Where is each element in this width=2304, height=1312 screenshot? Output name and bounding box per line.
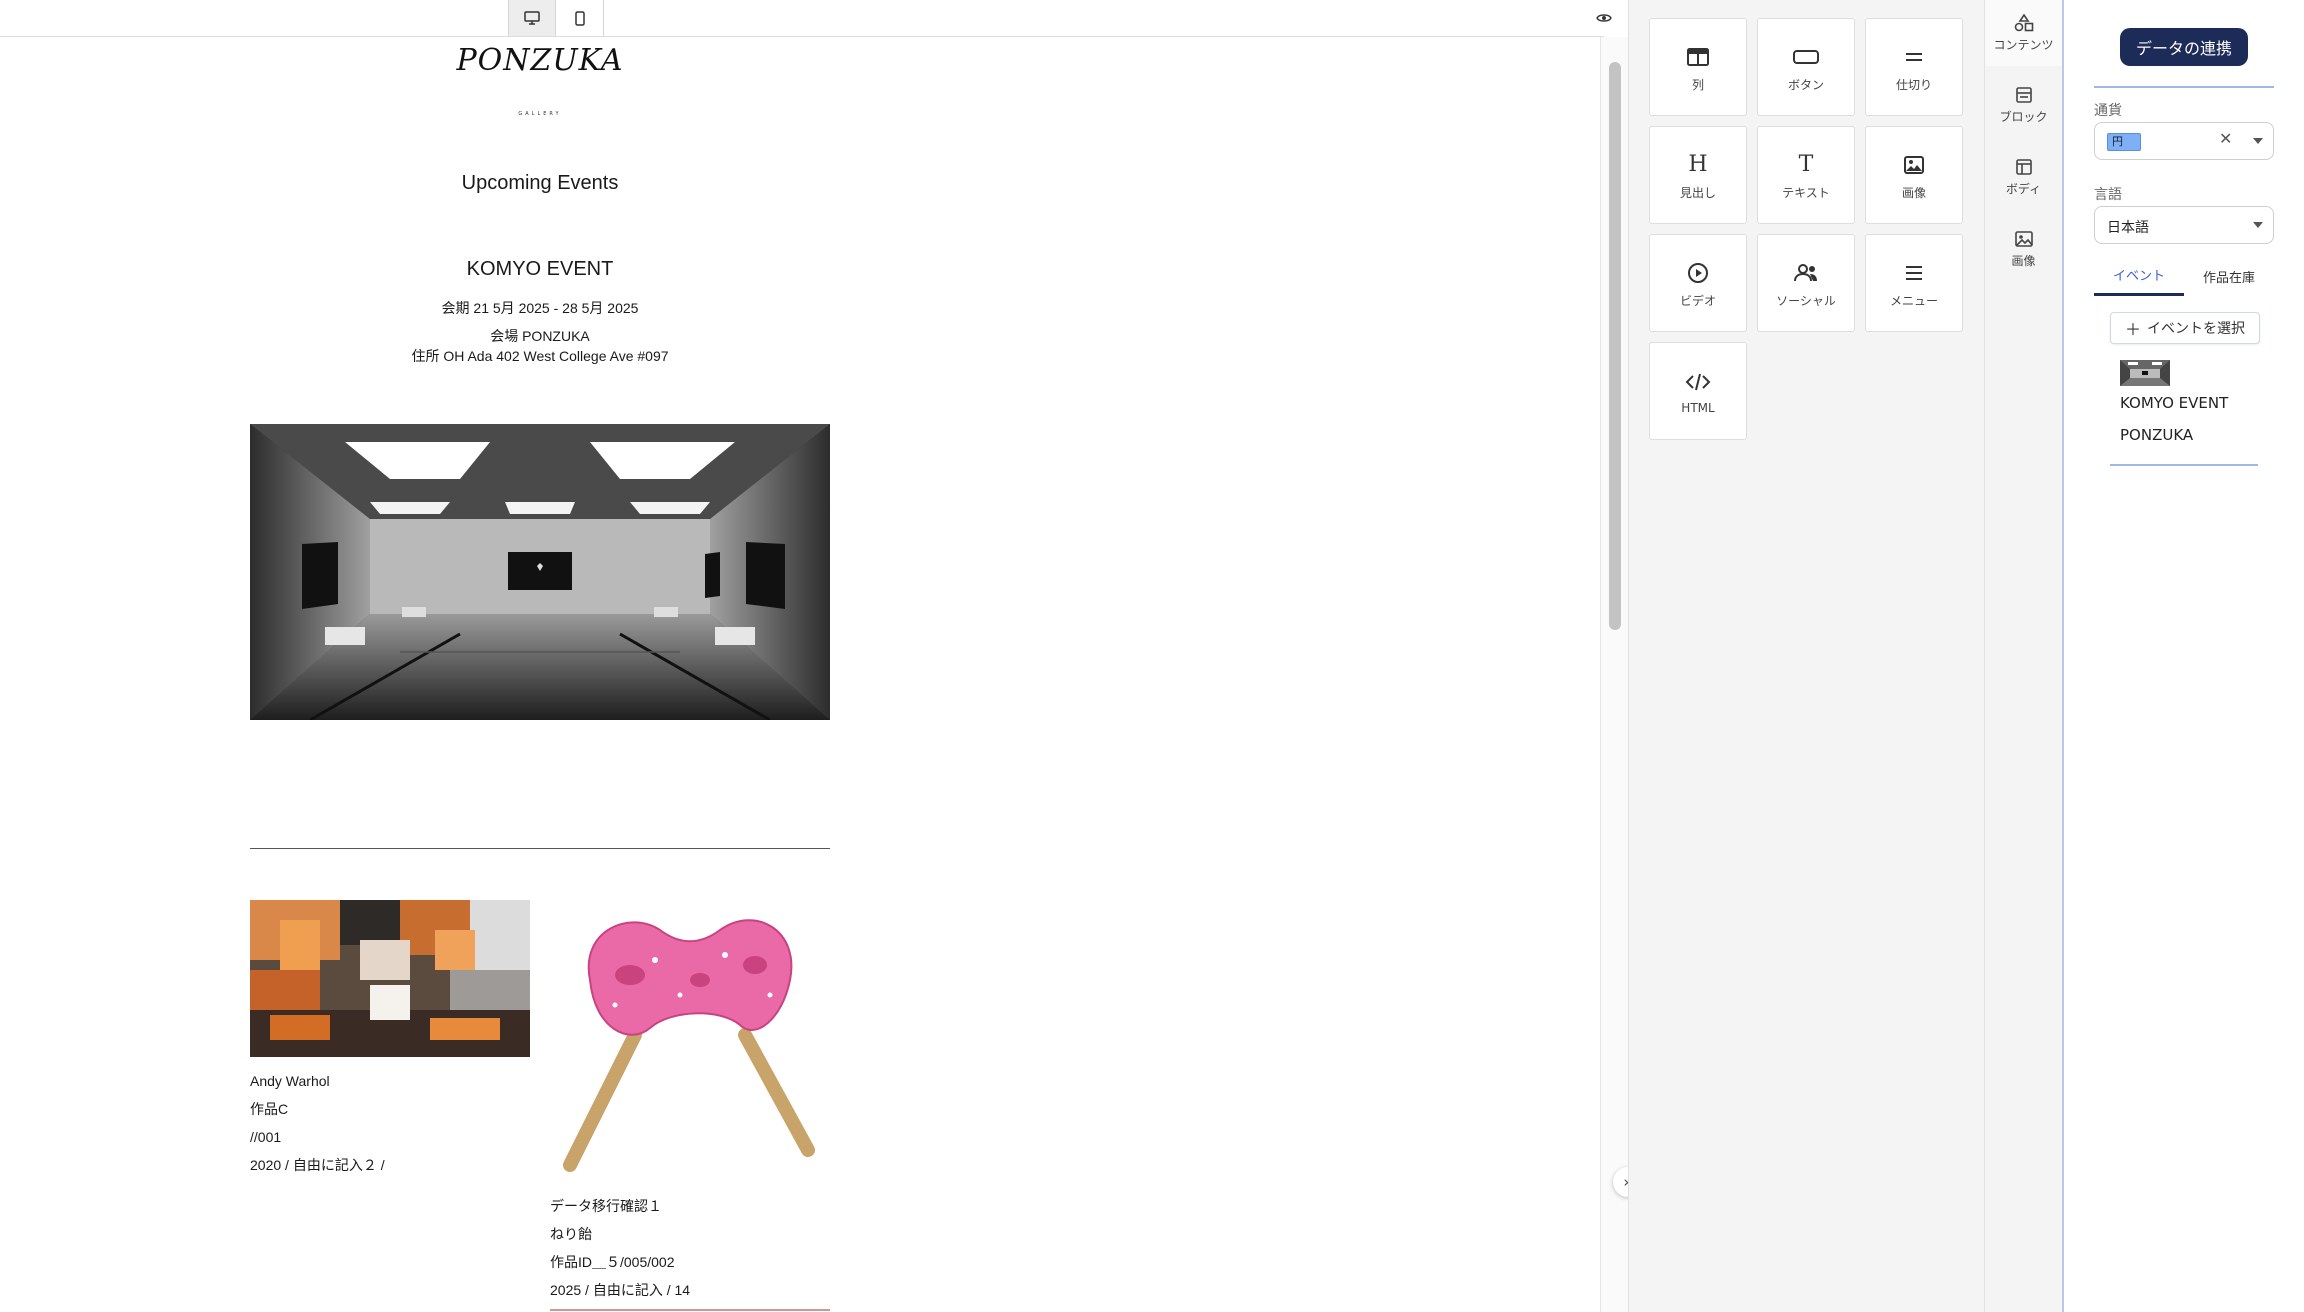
rail-tab-label: ブロック — [1999, 109, 2048, 124]
settings-panel: データの連携 通貨 円 ✕ 言語 日本語 イベント 作品在庫 ＋ イベントを選択… — [2062, 0, 2304, 1312]
currency-label: 通貨 — [2094, 103, 2122, 119]
select-event-label: イベントを選択 — [2147, 321, 2245, 337]
columns-icon — [1687, 42, 1709, 72]
section-underline — [2094, 86, 2274, 88]
rail-tab-blocks[interactable]: ブロック — [1985, 72, 2062, 138]
gallery-logo-subtitle: GALLERY — [518, 111, 562, 117]
chevron-down-icon — [2253, 138, 2263, 144]
selected-event-name: KOMYO EVENT — [2120, 394, 2229, 412]
event-name: KOMYO EVENT — [466, 258, 614, 280]
block-social[interactable]: ソーシャル — [1757, 234, 1855, 332]
artwork-title: ねり飴 — [550, 1226, 592, 1242]
tab-inventory[interactable]: 作品在庫 — [2184, 256, 2274, 296]
block-video[interactable]: ビデオ — [1649, 234, 1747, 332]
email-canvas: PONZUKA GALLERY Upcoming Events KOMYO EV… — [0, 0, 1643, 1312]
block-label: ビデオ — [1679, 293, 1716, 308]
gallery-logo: PONZUKA — [456, 43, 624, 78]
block-button[interactable]: ボタン — [1757, 18, 1855, 116]
heading-icon: H — [1688, 151, 1708, 177]
artwork-card[interactable]: Andy Warhol 作品C //001 2020 / 自由に記入２ / — [250, 900, 530, 1179]
block-label: 画像 — [1901, 185, 1926, 200]
event-address: 住所 OH Ada 402 West College Ave #097 — [411, 348, 669, 364]
canvas-scrollbar-thumb[interactable] — [1609, 62, 1621, 630]
canvas-toolbar — [0, 0, 1612, 37]
shapes-icon — [2014, 13, 2033, 31]
eye-icon — [1596, 14, 1612, 22]
menu-icon — [1904, 258, 1924, 288]
artwork-id: 作品ID＿５/005/002 — [550, 1254, 675, 1270]
mobile-icon — [574, 10, 585, 26]
artwork-image — [250, 900, 530, 1057]
card-border — [550, 1309, 830, 1311]
block-image[interactable]: 画像 — [1865, 126, 1963, 224]
artwork-detail: 2025 / 自由に記入 / 14 — [550, 1282, 691, 1298]
block-text[interactable]: T テキスト — [1757, 126, 1855, 224]
block-heading[interactable]: H 見出し — [1649, 126, 1747, 224]
language-label: 言語 — [2094, 187, 2122, 203]
rail-tab-images[interactable]: 画像 — [1985, 216, 2062, 282]
rail-tab-content[interactable]: コンテンツ — [1985, 0, 2062, 66]
block-label: メニュー — [1889, 293, 1938, 308]
preview-button[interactable] — [1582, 0, 1626, 36]
images-icon — [2014, 230, 2033, 247]
artwork-card[interactable]: データ移行確認１ ねり飴 作品ID＿５/005/002 2025 / 自由に記入… — [550, 900, 830, 1304]
data-sync-button[interactable]: データの連携 — [2120, 28, 2248, 66]
content-divider — [250, 848, 830, 849]
panel-tab-rail: コンテンツ ブロック ボディ 画像 — [1984, 0, 2062, 1312]
text-icon: T — [1798, 151, 1814, 177]
mobile-view-button[interactable] — [556, 0, 604, 36]
divider-icon — [1904, 42, 1924, 72]
block-label: 仕切り — [1895, 77, 1932, 92]
block-divider[interactable]: 仕切り — [1865, 18, 1963, 116]
rail-tab-body[interactable]: ボディ — [1985, 144, 2062, 210]
html-icon — [1685, 367, 1711, 397]
block-label: テキスト — [1782, 185, 1830, 200]
block-columns[interactable]: 列 — [1649, 18, 1747, 116]
image-icon — [1904, 150, 1924, 180]
plus-icon: ＋ — [2124, 320, 2141, 339]
select-event-button[interactable]: ＋ イベントを選択 — [2110, 312, 2260, 344]
desktop-icon — [524, 11, 540, 25]
tab-event[interactable]: イベント — [2094, 256, 2184, 296]
section-title: Upcoming Events — [461, 172, 619, 194]
clear-icon[interactable]: ✕ — [2219, 129, 2232, 148]
social-icon — [1793, 258, 1819, 288]
artwork-artist: Andy Warhol — [250, 1073, 330, 1089]
chevron-down-icon — [2253, 222, 2263, 228]
blocks-panel: 列 ボタン 仕切り H 見出し T テキスト 画像 ビデオ ソーシャル メニュー… — [1628, 0, 1984, 1312]
block-html[interactable]: HTML — [1649, 342, 1747, 440]
block-label: HTML — [1681, 401, 1715, 415]
block-label: 列 — [1691, 77, 1704, 92]
desktop-view-button[interactable] — [508, 0, 556, 36]
rail-tab-label: コンテンツ — [1993, 37, 2054, 52]
button-icon — [1793, 42, 1819, 72]
selected-event-thumbnail — [2120, 360, 2170, 386]
selected-event-underline — [2110, 464, 2258, 466]
layout-icon — [2015, 158, 2032, 175]
artwork-detail: 2020 / 自由に記入２ / — [250, 1157, 385, 1173]
block-menu[interactable]: メニュー — [1865, 234, 1963, 332]
language-value: 日本語 — [2107, 220, 2149, 236]
rail-tab-label: ボディ — [2005, 181, 2042, 196]
rail-tab-label: 画像 — [2011, 253, 2036, 268]
event-venue: 会場 PONZUKA — [490, 328, 590, 344]
artwork-title: 作品C — [250, 1101, 289, 1117]
language-select[interactable]: 日本語 — [2094, 206, 2274, 244]
currency-chip: 円 — [2107, 133, 2141, 151]
currency-select[interactable]: 円 ✕ — [2094, 122, 2274, 160]
artwork-id: //001 — [250, 1129, 282, 1145]
block-label: ボタン — [1787, 77, 1824, 92]
artwork-artist: データ移行確認１ — [550, 1198, 662, 1214]
event-hero-image — [250, 424, 830, 720]
block-label: 見出し — [1679, 185, 1716, 200]
block-label: ソーシャル — [1776, 293, 1836, 308]
video-icon — [1687, 258, 1709, 288]
artwork-image — [550, 900, 830, 1182]
event-period: 会期 21 5月 2025 - 28 5月 2025 — [441, 300, 639, 316]
block-icon — [2015, 86, 2032, 103]
selected-event-venue: PONZUKA — [2120, 426, 2194, 444]
